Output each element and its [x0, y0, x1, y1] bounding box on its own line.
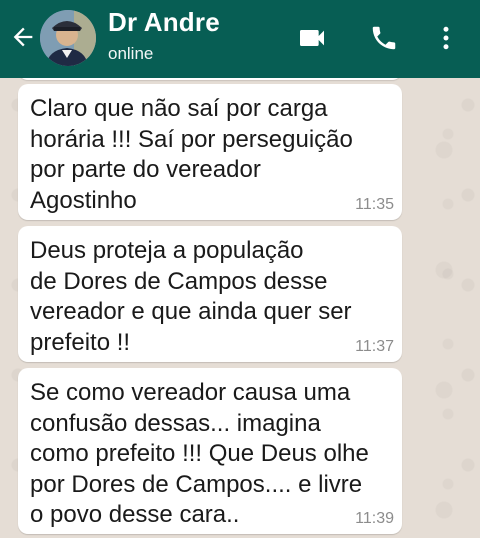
contact-info[interactable]: Dr Andre online — [108, 6, 220, 66]
message-time: 11:35 — [355, 196, 394, 213]
more-options-button[interactable] — [428, 20, 464, 56]
contact-status: online — [108, 44, 154, 63]
message-text: Se como vereador causa uma confusão dess… — [30, 379, 369, 528]
message-bubble[interactable]: Se como vereador causa uma confusão dess… — [18, 368, 402, 534]
message-bubble[interactable]: Claro que não saí por carga horária !!! … — [18, 84, 402, 220]
chat-header: Dr Andre online — [0, 0, 480, 78]
voice-call-button[interactable] — [366, 20, 402, 56]
phone-icon — [372, 26, 396, 50]
video-camera-icon — [300, 30, 324, 46]
contact-name: Dr Andre — [108, 7, 220, 37]
message-text: Deus proteja a população de Dores de Cam… — [30, 237, 352, 356]
message-text: Claro que não saí por carga horária !!! … — [30, 95, 353, 214]
contact-avatar[interactable] — [40, 10, 96, 66]
message-bubble[interactable]: Deus proteja a população de Dores de Cam… — [18, 226, 402, 362]
arrow-left-icon — [13, 27, 33, 47]
avatar-photo — [40, 10, 96, 66]
message-time: 11:39 — [355, 510, 394, 527]
back-button[interactable] — [6, 20, 40, 54]
video-call-button[interactable] — [294, 20, 330, 56]
more-vertical-icon — [443, 26, 449, 50]
message-time: 11:37 — [355, 338, 394, 355]
